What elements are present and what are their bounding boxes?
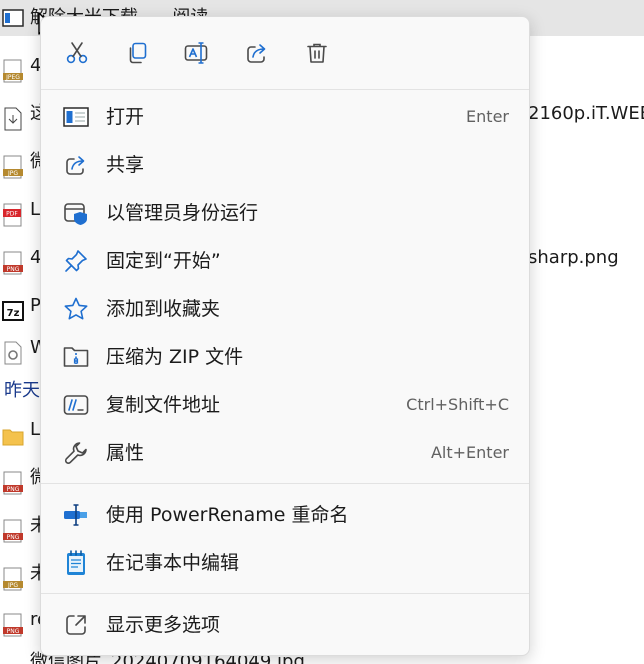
- menu-item-label: 复制文件地址: [106, 394, 221, 416]
- file-row-name-tail: sharp.png: [528, 247, 619, 268]
- menu-divider: [41, 593, 529, 594]
- copy-icon: [129, 42, 147, 64]
- menu-item-label: 添加到收藏夹: [106, 298, 221, 320]
- menu-item-copy-path[interactable]: 复制文件地址 Ctrl+Shift+C: [49, 383, 521, 427]
- 7z-file-icon: 7z: [2, 294, 24, 321]
- menu-item-add-to-favorites[interactable]: 添加到收藏夹: [49, 287, 521, 331]
- file-row-name-tail: 2160p.iT.WEB: [528, 103, 644, 124]
- share-icon: [247, 44, 266, 63]
- png-file-icon: PNG: [2, 246, 24, 275]
- menu-item-label: 使用 PowerRename 重命名: [106, 504, 349, 526]
- png-file-icon: PNG: [2, 466, 24, 495]
- jpg-file-icon: JPG: [2, 150, 24, 179]
- powerrename-icon: [63, 502, 89, 528]
- copy-path-icon: [63, 392, 89, 418]
- menu-item-share[interactable]: 共享: [49, 143, 521, 187]
- menu-item-label: 显示更多选项: [106, 614, 221, 636]
- download-file-icon: [2, 102, 24, 131]
- open-app-icon: [63, 104, 89, 130]
- menu-item-label: 以管理员身份运行: [106, 202, 259, 224]
- zip-icon: [63, 344, 89, 370]
- svg-text:JPG: JPG: [7, 170, 18, 177]
- file-row-name: L: [30, 419, 41, 440]
- menu-item-label: 在记事本中编辑: [106, 552, 240, 574]
- jpg-file-icon: JPG: [2, 562, 24, 591]
- menu-divider: [41, 89, 529, 90]
- menu-item-label: 共享: [106, 154, 145, 176]
- menu-item-pin-to-start[interactable]: 固定到“开始”: [49, 239, 521, 283]
- menu-item-shortcut: Ctrl+Shift+C: [406, 395, 509, 414]
- svg-text:PNG: PNG: [7, 486, 20, 493]
- rename-button[interactable]: [181, 37, 213, 69]
- settings-file-icon: [2, 336, 24, 365]
- delete-button[interactable]: [301, 37, 333, 69]
- svg-text:JPG: JPG: [7, 582, 18, 589]
- menu-item-shortcut: Enter: [466, 107, 509, 126]
- cut-button[interactable]: [61, 37, 93, 69]
- rename-icon: [184, 42, 208, 64]
- menu-item-open[interactable]: 打开 Enter: [49, 95, 521, 139]
- menu-item-run-as-admin[interactable]: 以管理员身份运行: [49, 191, 521, 235]
- context-menu: 打开 Enter 共享 以管理员身份运行 固定到“开始” 添加到收藏夹 压缩为 …: [40, 16, 530, 656]
- menu-item-edit-in-notepad[interactable]: 在记事本中编辑: [49, 541, 521, 585]
- wrench-icon: [63, 440, 89, 466]
- png-file-icon: PNG: [2, 608, 24, 637]
- menu-item-label: 打开: [106, 106, 145, 128]
- svg-text:7z: 7z: [7, 308, 20, 319]
- pdf-file-icon: PDF: [2, 198, 24, 227]
- share-button[interactable]: [241, 37, 273, 69]
- star-icon: [63, 296, 89, 322]
- menu-item-shortcut: Alt+Enter: [430, 443, 509, 462]
- menu-item-label: 固定到“开始”: [106, 250, 221, 272]
- quick-actions-bar: [41, 17, 529, 89]
- svg-text:PNG: PNG: [7, 266, 20, 273]
- file-row-name: L: [30, 199, 41, 220]
- notepad-icon: [63, 550, 89, 576]
- trash-icon: [307, 43, 327, 63]
- folder-icon: [2, 418, 24, 446]
- app-file-icon: [2, 6, 24, 30]
- svg-text:PNG: PNG: [7, 534, 20, 541]
- group-header-yesterday[interactable]: 昨天: [4, 376, 40, 402]
- menu-item-label: 压缩为 ZIP 文件: [106, 346, 244, 368]
- share-icon: [63, 152, 89, 178]
- copy-button[interactable]: [121, 37, 153, 69]
- pin-icon: [63, 248, 89, 274]
- svg-text:PDF: PDF: [6, 211, 18, 218]
- shield-icon: [63, 200, 89, 226]
- jpeg-file-icon: JPEG: [2, 54, 24, 83]
- svg-text:PNG: PNG: [7, 628, 20, 635]
- svg-text:JPEG: JPEG: [5, 74, 20, 81]
- menu-item-label: 属性: [106, 442, 145, 464]
- menu-item-properties[interactable]: 属性 Alt+Enter: [49, 431, 521, 475]
- png-file-icon: PNG: [2, 514, 24, 543]
- menu-item-powerrename[interactable]: 使用 PowerRename 重命名: [49, 493, 521, 537]
- menu-divider: [41, 483, 529, 484]
- menu-item-compress-zip[interactable]: 压缩为 ZIP 文件: [49, 335, 521, 379]
- scissors-icon: [66, 42, 88, 64]
- menu-item-show-more-options[interactable]: 显示更多选项: [49, 603, 521, 647]
- more-options-icon: [63, 612, 89, 638]
